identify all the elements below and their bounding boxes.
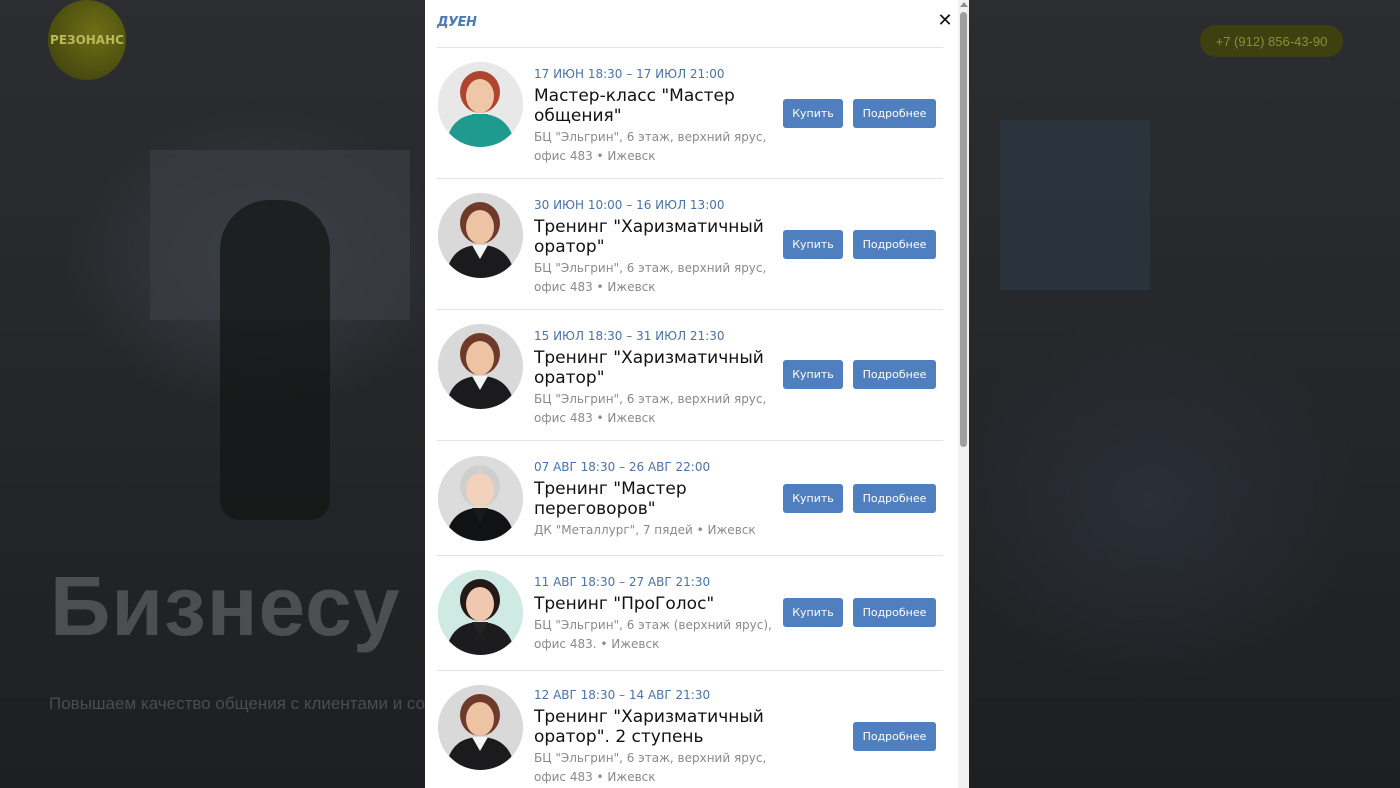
event-info: 12 АВГ 18:30 – 14 АВГ 21:30 Тренинг "Хари… — [534, 687, 774, 787]
event-speaker-avatar[interactable] — [438, 324, 523, 409]
event-info: 07 АВГ 18:30 – 26 АВГ 22:00 Тренинг "Маст… — [534, 459, 774, 540]
phone-button[interactable]: +7 (912) 856-43-90 — [1200, 25, 1343, 57]
event-title[interactable]: Мастер-класс "Мастер общения" — [534, 86, 774, 126]
event-info: 30 ИЮН 10:00 – 16 ИЮЛ 13:00 Тренинг "Хари… — [534, 197, 774, 297]
buy-button[interactable]: Купить — [783, 360, 843, 389]
widget-brand-logo[interactable]: ДУЕН — [437, 15, 477, 30]
details-button[interactable]: Подробнее — [853, 360, 936, 389]
site-logo[interactable]: РЕЗОНАНС — [48, 0, 126, 80]
event-speaker-avatar[interactable] — [438, 685, 523, 770]
event-date: 07 АВГ 18:30 – 26 АВГ 22:00 — [534, 460, 711, 474]
modal-scrollbar[interactable] — [958, 0, 969, 788]
hero-subtitle: Повышаем качество общения с клиентами и … — [49, 694, 425, 713]
event-row: 15 ИЮЛ 18:30 – 31 ИЮЛ 21:30 Тренинг "Хари… — [437, 309, 943, 440]
event-location: БЦ "Эльгрин", 6 этаж, верхний ярус, офис… — [534, 130, 767, 163]
event-location: БЦ "Эльгрин", 6 этаж (верхний ярус), офи… — [534, 618, 772, 651]
event-row: 30 ИЮН 10:00 – 16 ИЮЛ 13:00 Тренинг "Хари… — [437, 178, 943, 309]
event-speaker-avatar[interactable] — [438, 193, 523, 278]
event-title[interactable]: Тренинг "Харизматичный оратор". 2 ступен… — [534, 707, 774, 747]
event-row: 07 АВГ 18:30 – 26 АВГ 22:00 Тренинг "Маст… — [437, 440, 943, 555]
hero-title: Бизнесу — [50, 559, 401, 653]
buy-button[interactable]: Купить — [783, 598, 843, 627]
buy-button[interactable]: Купить — [783, 99, 843, 128]
event-speaker-avatar[interactable] — [438, 570, 523, 655]
event-list: 17 ИЮН 18:30 – 17 ИЮЛ 21:00 Мастер-класс … — [437, 47, 943, 788]
details-button[interactable]: Подробнее — [853, 99, 936, 128]
event-row: 12 АВГ 18:30 – 14 АВГ 21:30 Тренинг "Хари… — [437, 670, 943, 788]
event-location: БЦ "Эльгрин", 6 этаж, верхний ярус, офис… — [534, 751, 767, 784]
event-location: БЦ "Эльгрин", 6 этаж, верхний ярус, офис… — [534, 392, 767, 425]
logo-text: РЕЗОНАНС — [50, 33, 124, 47]
details-button[interactable]: Подробнее — [853, 484, 936, 513]
close-icon[interactable]: ✕ — [937, 11, 953, 31]
event-title[interactable]: Тренинг "Мастер переговоров" — [534, 479, 774, 519]
scroll-up-arrow-icon[interactable] — [960, 2, 968, 7]
background-presenter — [220, 200, 330, 520]
background-window — [1000, 120, 1150, 290]
event-title[interactable]: Тренинг "Харизматичный оратор" — [534, 348, 774, 388]
event-date: 11 АВГ 18:30 – 27 АВГ 21:30 — [534, 575, 711, 589]
event-row: 11 АВГ 18:30 – 27 АВГ 21:30 Тренинг "ПроГ… — [437, 555, 943, 670]
event-info: 15 ИЮЛ 18:30 – 31 ИЮЛ 21:30 Тренинг "Хари… — [534, 328, 774, 428]
event-location: БЦ "Эльгрин", 6 этаж, верхний ярус, офис… — [534, 261, 767, 294]
details-button[interactable]: Подробнее — [853, 598, 936, 627]
event-row: 17 ИЮН 18:30 – 17 ИЮЛ 21:00 Мастер-класс … — [437, 47, 943, 178]
modal-header: ДУЕН ✕ — [425, 0, 969, 48]
event-info: 11 АВГ 18:30 – 27 АВГ 21:30 Тренинг "ПроГ… — [534, 574, 774, 654]
event-speaker-avatar[interactable] — [438, 456, 523, 541]
details-button[interactable]: Подробнее — [853, 230, 936, 259]
event-date: 12 АВГ 18:30 – 14 АВГ 21:30 — [534, 688, 711, 702]
event-date: 15 ИЮЛ 18:30 – 31 ИЮЛ 21:30 — [534, 329, 725, 343]
scroll-thumb[interactable] — [960, 12, 967, 447]
event-date: 17 ИЮН 18:30 – 17 ИЮЛ 21:00 — [534, 67, 725, 81]
event-title[interactable]: Тренинг "Харизматичный оратор" — [534, 217, 774, 257]
event-date: 30 ИЮН 10:00 – 16 ИЮЛ 13:00 — [534, 198, 725, 212]
details-button[interactable]: Подробнее — [853, 722, 936, 751]
event-location: ДК "Металлург", 7 пядей • Ижевск — [534, 523, 756, 537]
event-info: 17 ИЮН 18:30 – 17 ИЮЛ 21:00 Мастер-класс … — [534, 66, 774, 166]
buy-button[interactable]: Купить — [783, 484, 843, 513]
event-speaker-avatar[interactable] — [438, 62, 523, 147]
events-modal: ДУЕН ✕ 17 ИЮН 18:30 – 17 ИЮЛ 21:00 Мастер… — [425, 0, 969, 788]
buy-button[interactable]: Купить — [783, 230, 843, 259]
event-title[interactable]: Тренинг "ПроГолос" — [534, 594, 774, 614]
